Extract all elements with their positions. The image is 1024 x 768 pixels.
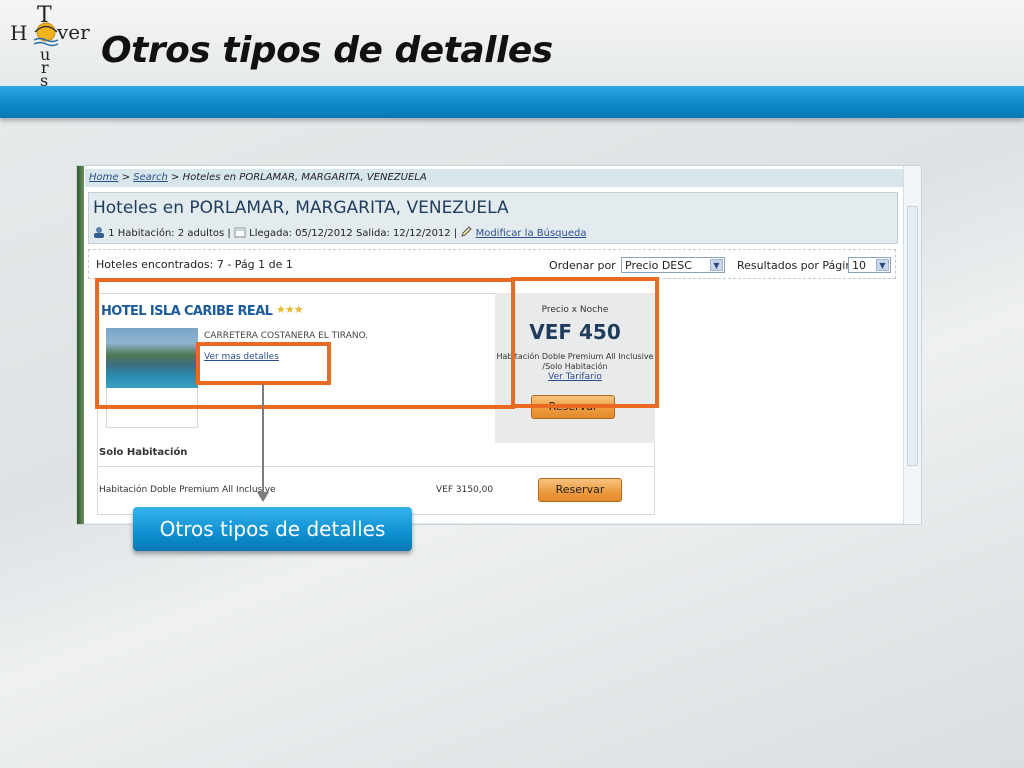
breadcrumb-home-link[interactable]: Home xyxy=(89,172,119,183)
chevron-down-icon: ▼ xyxy=(710,259,723,271)
rooms-info: 1 Habitación: 2 adultos | xyxy=(108,228,231,239)
results-count: Hoteles encontrados: 7 - Pág 1 de 1 xyxy=(96,258,293,271)
per-page-select[interactable]: 10 ▼ xyxy=(848,257,891,273)
chevron-down-icon: ▼ xyxy=(876,259,889,271)
order-label: Ordenar por xyxy=(549,259,616,272)
room-price: VEF 3150,00 xyxy=(436,485,494,495)
screenshot-edge xyxy=(77,166,84,524)
details-highlight-box xyxy=(196,342,331,385)
svg-text:s: s xyxy=(40,71,48,86)
price-highlight-box xyxy=(511,277,659,408)
breadcrumb-separator: > xyxy=(118,172,134,183)
divider xyxy=(97,466,655,467)
room-type-heading: Solo Habitación xyxy=(99,447,188,458)
callout-label: Otros tipos de detalles xyxy=(133,507,412,551)
svg-text:H: H xyxy=(10,21,27,45)
search-meta: 1 Habitación: 2 adultos | Llegada: 05/12… xyxy=(93,226,586,239)
slide-title: Otros tipos de detalles xyxy=(101,30,553,71)
breadcrumb-search-link[interactable]: Search xyxy=(133,172,168,183)
dates-info: Llegada: 05/12/2012 Salida: 12/12/2012 | xyxy=(249,228,458,239)
person-icon xyxy=(94,227,104,238)
pencil-icon xyxy=(461,226,473,237)
order-select[interactable]: Precio DESC ▼ xyxy=(621,257,725,273)
breadcrumb: Home > Search > Hoteles en PORLAMAR, MAR… xyxy=(85,169,903,187)
arrow-down-icon xyxy=(257,492,269,502)
scroll-thumb[interactable] xyxy=(907,206,918,466)
order-select-value: Precio DESC xyxy=(625,259,692,272)
calendar-icon xyxy=(234,227,246,238)
breadcrumb-current: > Hoteles en PORLAMAR, MARGARITA, VENEZU… xyxy=(167,172,427,183)
per-page-value: 10 xyxy=(852,259,866,272)
header-band xyxy=(0,86,1024,118)
room-name: Habitación Doble Premium All Inclusive xyxy=(99,485,276,495)
arrow-line xyxy=(262,384,264,500)
scrollbar[interactable] xyxy=(903,166,921,524)
search-summary: Hoteles en PORLAMAR, MARGARITA, VENEZUEL… xyxy=(88,192,898,244)
page-title: Hoteles en PORLAMAR, MARGARITA, VENEZUEL… xyxy=(93,198,509,218)
results-toolbar: Hoteles encontrados: 7 - Pág 1 de 1 Orde… xyxy=(88,249,896,279)
per-page-label: Resultados por Página xyxy=(737,259,860,272)
modify-search-link[interactable]: Modificar la Búsqueda xyxy=(476,228,587,239)
reserve-room-button[interactable]: Reservar xyxy=(538,478,622,502)
hover-tours-logo: T H ver u r s xyxy=(10,3,90,86)
svg-text:ver: ver xyxy=(56,20,90,44)
